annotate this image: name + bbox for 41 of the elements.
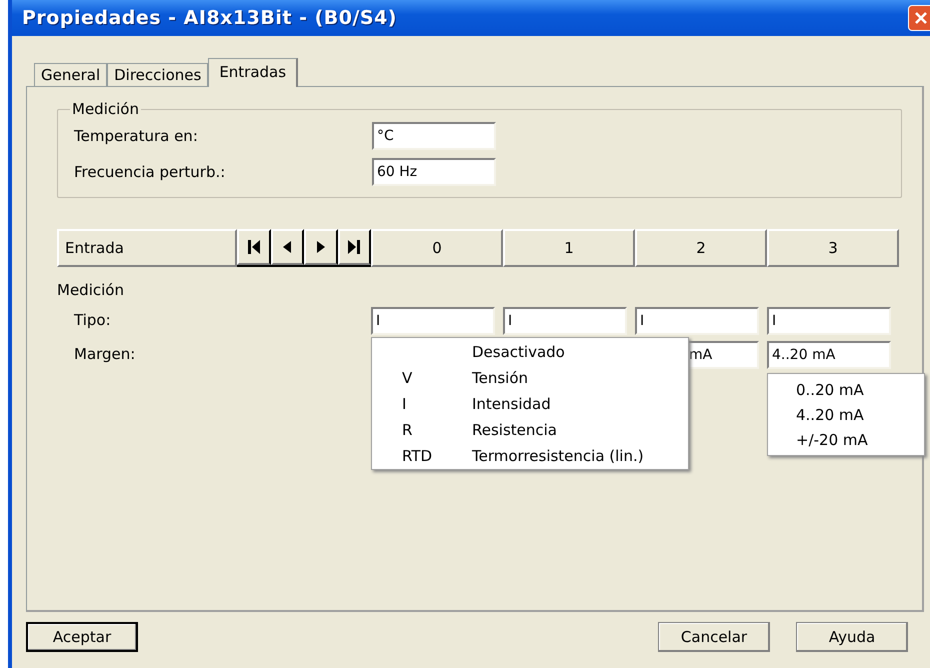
tab[interactable]: Direcciones: [107, 63, 208, 86]
column-header[interactable]: 3: [767, 229, 899, 267]
triangle-left-icon: [281, 239, 294, 255]
column-header[interactable]: 0: [371, 229, 503, 267]
skip-back-icon: [248, 239, 260, 255]
window-title: Propiedades - AI8x13Bit - (B0/S4): [22, 7, 397, 29]
input-field[interactable]: I: [371, 307, 495, 335]
nav-button[interactable]: [338, 229, 371, 265]
field-label: Tipo:: [73, 310, 112, 331]
menu-item[interactable]: R Resistencia: [372, 417, 688, 443]
menu-item[interactable]: +/-20 mA: [768, 427, 924, 452]
accept-button[interactable]: Aceptar: [26, 622, 138, 652]
column-header: Entrada: [57, 229, 237, 267]
nav-button[interactable]: [270, 229, 304, 265]
input-field[interactable]: 60 Hz: [372, 158, 496, 186]
column-header[interactable]: 2: [635, 229, 767, 267]
tab[interactable]: Entradas: [208, 58, 298, 87]
field-label: Frecuencia perturb.:: [74, 163, 226, 181]
triangle-right-icon: [314, 239, 327, 255]
menu-item[interactable]: I Intensidad: [372, 391, 688, 417]
close-icon: [914, 11, 928, 25]
field-label: Temperatura en:: [74, 127, 199, 145]
field-label: Margen:: [73, 344, 136, 365]
close-button[interactable]: [908, 5, 930, 31]
nav-button[interactable]: [304, 229, 338, 265]
dialog-button[interactable]: Ayuda: [796, 622, 908, 652]
input-field[interactable]: 4..20 mA: [767, 341, 891, 369]
input-field[interactable]: °C: [372, 122, 496, 150]
menu-item[interactable]: 0..20 mA: [768, 377, 924, 402]
dialog-button[interactable]: Cancelar: [658, 622, 770, 652]
nav-button[interactable]: [237, 229, 270, 265]
column-header[interactable]: 1: [503, 229, 635, 267]
menu-item[interactable]: RTD Termorresistencia (lin.): [372, 443, 688, 469]
menu-item[interactable]: 4..20 mA: [768, 402, 924, 427]
input-field[interactable]: I: [635, 307, 759, 335]
skip-forward-icon: [348, 239, 360, 255]
tab[interactable]: General: [34, 63, 108, 86]
input-field[interactable]: I: [767, 307, 891, 335]
section-label: Medición: [57, 281, 125, 301]
input-field[interactable]: I: [503, 307, 627, 335]
group-title: Medición: [71, 100, 140, 118]
